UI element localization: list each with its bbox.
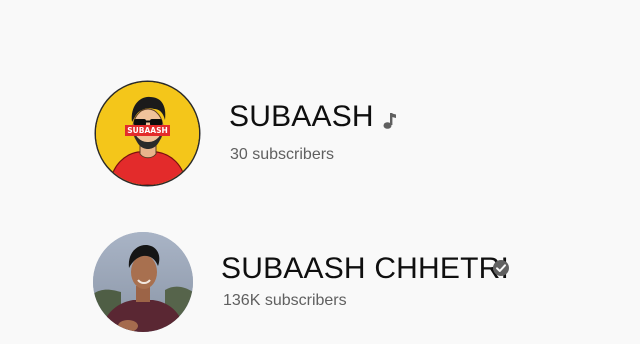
channel-avatar[interactable]: SUBAASH: [96, 82, 199, 185]
channel-name[interactable]: SUBAASH: [229, 100, 374, 134]
channel-result-subaash[interactable]: SUBAASH SUBAASH 30 subscribers: [0, 80, 640, 190]
music-note-icon: [382, 111, 398, 131]
channel-avatar[interactable]: [93, 232, 193, 332]
avatar-text: SUBAASH: [127, 126, 168, 135]
channel-name[interactable]: SUBAASH CHHETRI: [221, 252, 509, 286]
subscriber-count: 30 subscribers: [230, 146, 335, 163]
subscriber-count: 136K subscribers: [223, 292, 347, 309]
verified-check-icon: [492, 259, 510, 277]
channel-result-subaash-chhetri[interactable]: SUBAASH CHHETRI 136K subscribers: [0, 228, 640, 332]
avatar-name-label: SUBAASH: [125, 125, 170, 136]
profile-photo: [93, 232, 193, 332]
